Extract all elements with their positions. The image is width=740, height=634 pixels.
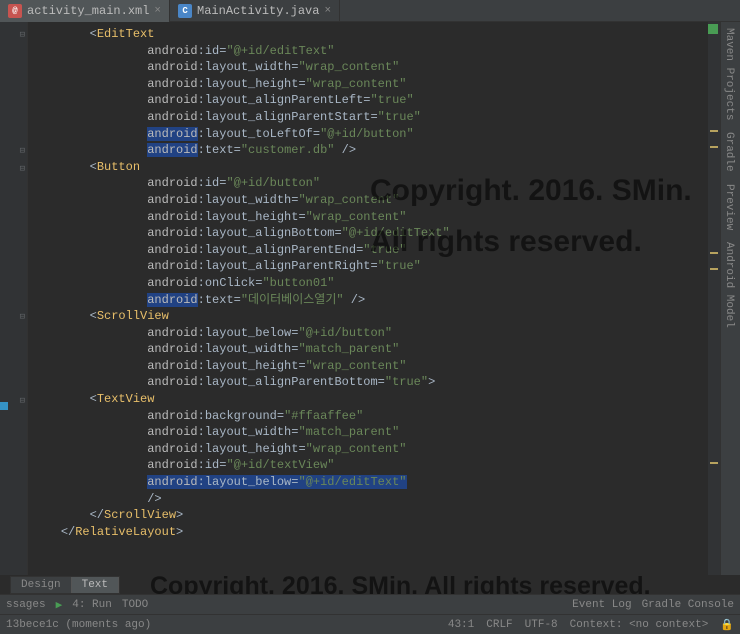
run-icon[interactable]: ▶ bbox=[56, 598, 63, 612]
code-line[interactable]: android:layout_height="wrap_content" bbox=[32, 76, 740, 93]
editor-tab[interactable]: @ activity_main.xml × bbox=[0, 0, 170, 22]
tool-window-button[interactable]: Preview bbox=[721, 178, 737, 236]
lock-icon[interactable]: 🔒 bbox=[720, 618, 734, 632]
code-line[interactable]: <ScrollView bbox=[32, 308, 740, 325]
code-line[interactable]: /> bbox=[32, 491, 740, 508]
event-log-tab[interactable]: Event Log bbox=[572, 599, 631, 611]
code-line[interactable]: android:layout_alignParentEnd="true" bbox=[32, 242, 740, 259]
code-line[interactable]: android:layout_width="wrap_content" bbox=[32, 59, 740, 76]
code-line[interactable]: android:layout_width="match_parent" bbox=[32, 341, 740, 358]
todo-tab[interactable]: TODO bbox=[122, 599, 148, 611]
close-icon[interactable]: × bbox=[324, 5, 331, 17]
editor-area: ⊟ ⊟ ⊟ ⊟ ⊟ <EditText android:id="@+id/edi… bbox=[0, 22, 740, 575]
code-line[interactable]: android:id="@+id/textView" bbox=[32, 457, 740, 474]
code-line[interactable]: android:layout_alignParentLeft="true" bbox=[32, 92, 740, 109]
editor-tab[interactable]: C MainActivity.java × bbox=[170, 0, 340, 22]
code-line[interactable]: android:layout_height="wrap_content" bbox=[32, 441, 740, 458]
code-line[interactable]: android:text="데이터베이스열기" /> bbox=[32, 292, 740, 309]
code-line[interactable]: android:layout_height="wrap_content" bbox=[32, 358, 740, 375]
code-line[interactable]: android:layout_height="wrap_content" bbox=[32, 209, 740, 226]
code-line[interactable]: android:layout_below="@+id/button" bbox=[32, 325, 740, 342]
code-line[interactable]: android:layout_alignBottom="@+id/editTex… bbox=[32, 225, 740, 242]
caret-position[interactable]: 43:1 bbox=[448, 619, 474, 631]
tab-label: MainActivity.java bbox=[197, 4, 319, 18]
close-icon[interactable]: × bbox=[154, 5, 161, 17]
right-tool-strip: Maven ProjectsGradlePreviewAndroid Model bbox=[720, 22, 740, 575]
code-line[interactable]: android:id="@+id/editText" bbox=[32, 43, 740, 60]
status-bar: 13bece1c (moments ago) 43:1 CRLF UTF-8 C… bbox=[0, 614, 740, 634]
code-line[interactable]: android:onClick="button01" bbox=[32, 275, 740, 292]
git-status[interactable]: 13bece1c (moments ago) bbox=[6, 619, 151, 631]
code-line[interactable]: android:layout_width="match_parent" bbox=[32, 424, 740, 441]
code-line[interactable]: android:layout_alignParentBottom="true"> bbox=[32, 374, 740, 391]
code-line[interactable]: <EditText bbox=[32, 26, 740, 43]
code-editor[interactable]: <EditText android:id="@+id/editText" and… bbox=[28, 22, 740, 575]
breakpoint-mark[interactable] bbox=[0, 402, 8, 410]
file-icon: @ bbox=[8, 4, 22, 18]
code-line[interactable]: android:layout_toLeftOf="@+id/button" bbox=[32, 126, 740, 143]
gradle-console-tab[interactable]: Gradle Console bbox=[642, 599, 734, 611]
editor-tabs: @ activity_main.xml × C MainActivity.java × bbox=[0, 0, 740, 22]
run-tab[interactable]: 4: Run bbox=[72, 599, 112, 611]
tool-window-button[interactable]: Gradle bbox=[721, 126, 737, 178]
code-line[interactable]: android:layout_below="@+id/editText" bbox=[32, 474, 740, 491]
tool-window-button[interactable]: Maven Projects bbox=[721, 22, 737, 126]
fold-icon[interactable]: ⊟ bbox=[20, 164, 25, 174]
messages-label[interactable]: ssages bbox=[6, 599, 46, 611]
code-line[interactable]: android:layout_alignParentStart="true" bbox=[32, 109, 740, 126]
code-line[interactable]: android:text="customer.db" /> bbox=[32, 142, 740, 159]
context[interactable]: Context: <no context> bbox=[570, 619, 709, 631]
design-tab[interactable]: Design bbox=[11, 577, 72, 593]
code-line[interactable]: <Button bbox=[32, 159, 740, 176]
fold-icon[interactable]: ⊟ bbox=[20, 146, 25, 156]
fold-icon[interactable]: ⊟ bbox=[20, 396, 25, 406]
design-text-tabs: Design Text bbox=[10, 576, 120, 594]
code-line[interactable]: android:layout_width="wrap_content" bbox=[32, 192, 740, 209]
tool-window-button[interactable]: Android Model bbox=[721, 236, 737, 334]
line-separator[interactable]: CRLF bbox=[486, 619, 512, 631]
encoding[interactable]: UTF-8 bbox=[525, 619, 558, 631]
code-line[interactable]: android:layout_alignParentRight="true" bbox=[32, 258, 740, 275]
code-line[interactable]: </RelativeLayout> bbox=[32, 524, 740, 541]
tab-label: activity_main.xml bbox=[27, 4, 149, 18]
file-icon: C bbox=[178, 4, 192, 18]
fold-icon[interactable]: ⊟ bbox=[20, 312, 25, 322]
code-line[interactable]: android:background="#ffaaffee" bbox=[32, 408, 740, 425]
code-line[interactable]: <TextView bbox=[32, 391, 740, 408]
gutter: ⊟ ⊟ ⊟ ⊟ ⊟ bbox=[0, 22, 28, 575]
text-tab[interactable]: Text bbox=[72, 577, 119, 593]
error-stripe[interactable] bbox=[708, 22, 720, 575]
code-line[interactable]: </ScrollView> bbox=[32, 507, 740, 524]
fold-icon[interactable]: ⊟ bbox=[20, 30, 25, 40]
tool-window-bar: ssages ▶ 4: Run TODO Event Log Gradle Co… bbox=[0, 594, 740, 614]
code-line[interactable]: android:id="@+id/button" bbox=[32, 175, 740, 192]
